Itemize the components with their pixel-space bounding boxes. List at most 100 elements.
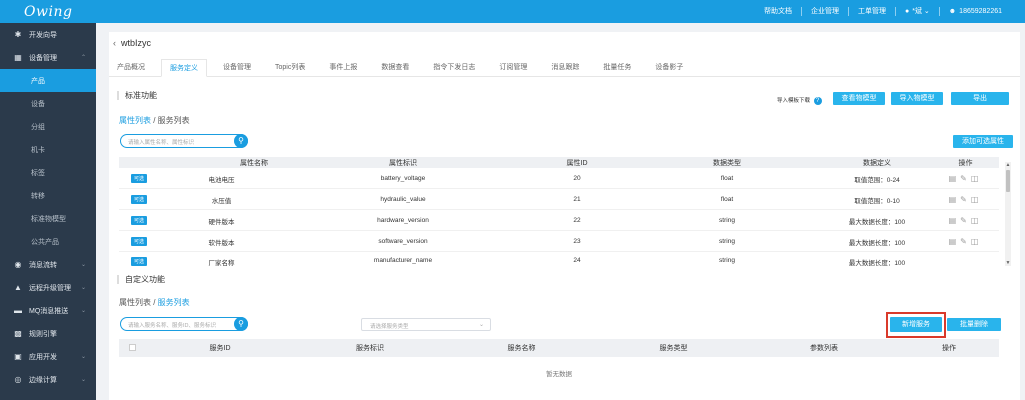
enterprise-manage-link[interactable]: 企业管理 — [801, 7, 848, 16]
sidebar-item-tag[interactable]: 标签 — [0, 161, 96, 184]
tab-event-report[interactable]: 事件上报 — [321, 59, 365, 77]
pencil-icon[interactable]: ✎ — [960, 216, 971, 225]
scroll-down-icon[interactable]: ▼ — [1005, 260, 1011, 266]
grid-icon: ▦ — [14, 53, 22, 62]
sidebar-item-public-product[interactable]: 公共产品 — [0, 230, 96, 253]
chevron-down-icon: ⌄ — [80, 285, 86, 291]
add-optional-attribute-button[interactable]: 添加可选属性 — [953, 135, 1013, 148]
attribute-list-link[interactable]: 属性列表 — [119, 116, 151, 125]
import-template-label: 导入模板下载 — [777, 98, 811, 104]
th-attribute-id: 属性ID — [566, 159, 588, 167]
sidebar-item-group[interactable]: 分组 — [0, 115, 96, 138]
top-bar: Owing 帮助文档 企业管理 工单管理 ● *斌 ⌄ ☻ 18659282261 — [0, 0, 1025, 23]
tab-message-trace[interactable]: 消息跟踪 — [543, 59, 587, 77]
pencil-icon[interactable]: ✎ — [960, 237, 971, 246]
sidebar-item-device[interactable]: 设备 — [0, 92, 96, 115]
tab-data-view[interactable]: 数据查看 — [373, 59, 417, 77]
tab-service-definition[interactable]: 服务定义 — [161, 59, 207, 77]
trash-icon[interactable]: ◫ — [971, 195, 983, 204]
cell-name: 硬件版本 — [208, 218, 235, 226]
search-icon[interactable]: ⚲ — [234, 134, 248, 148]
sidebar-item-device-manage[interactable]: ▦ 设备管理 ⌃ — [0, 46, 96, 69]
scroll-up-icon[interactable]: ▲ — [1005, 162, 1011, 168]
trash-icon[interactable]: ◫ — [971, 216, 983, 225]
chevron-down-icon: ⌄ — [80, 377, 86, 383]
cell-ident: battery_voltage — [380, 175, 426, 182]
sidebar-item-dev-guide[interactable]: ✱ 开发向导 — [0, 23, 96, 46]
edit-doc-icon[interactable]: ▤ — [949, 216, 961, 225]
edit-doc-icon[interactable]: ▤ — [949, 174, 961, 183]
tab-batch-task[interactable]: 批量任务 — [595, 59, 639, 77]
row-operations: ▤✎◫ — [932, 237, 999, 246]
custom-table-header: 服务ID 服务标识 服务名称 服务类型 参数列表 操作 — [119, 339, 999, 357]
sidebar-item-message-flow[interactable]: ◉ 消息流转 ⌄ — [0, 253, 96, 276]
cell-type: string — [719, 238, 735, 245]
trash-icon[interactable]: ◫ — [971, 174, 983, 183]
view-model-button[interactable]: 查看物模型 — [833, 92, 885, 105]
tab-device-shadow[interactable]: 设备影子 — [647, 59, 691, 77]
optional-tag: 可选 — [130, 174, 147, 183]
top-links: 帮助文档 企业管理 工单管理 ● *斌 ⌄ ☻ 18659282261 — [755, 0, 1025, 23]
search-icon[interactable]: ⚲ — [234, 317, 248, 331]
tab-product-overview[interactable]: 产品概况 — [109, 59, 153, 77]
add-service-button[interactable]: 新增服务 — [890, 317, 942, 332]
service-list-link[interactable]: 服务列表 — [158, 298, 190, 307]
pencil-icon[interactable]: ✎ — [960, 195, 971, 204]
cell-ident: software_version — [378, 238, 428, 245]
crumb-separator: / — [151, 116, 158, 125]
tab-device-manage[interactable]: 设备管理 — [215, 59, 259, 77]
pencil-icon[interactable]: ✎ — [960, 174, 971, 183]
sidebar-item-sim-card[interactable]: 机卡 — [0, 138, 96, 161]
sidebar-item-label: MQ消息推送 — [29, 307, 69, 315]
cell-definition: 取值范围：0-10 — [854, 197, 900, 205]
page-title: wtbIzyc — [121, 38, 152, 48]
service-type-select[interactable]: 请选择服务类型 ⌄ — [361, 318, 491, 331]
cell-definition: 最大数据长度：100 — [848, 260, 906, 266]
scroll-thumb[interactable] — [1006, 170, 1010, 192]
service-search-input[interactable]: 请输入服务名称、服务ID、服务标识 ⚲ — [120, 317, 248, 331]
cell-type: float — [720, 196, 734, 203]
edge-icon: ◎ — [14, 375, 22, 384]
import-model-button[interactable]: 导入物模型 — [891, 92, 943, 105]
attribute-search-input[interactable]: 请输入属性名称、属性标识 ⚲ — [120, 134, 248, 148]
help-icon[interactable]: ? — [813, 97, 822, 105]
tab-command-log[interactable]: 指令下发日志 — [425, 59, 483, 77]
back-icon[interactable]: ‹ — [113, 38, 116, 48]
sidebar-item-app-dev[interactable]: ▣ 应用开发 ⌄ — [0, 345, 96, 368]
sidebar-item-standard-model[interactable]: 标准物模型 — [0, 207, 96, 230]
table-row: 可选 水压值 hydraulic_value 21 float 取值范围：0-1… — [119, 190, 999, 210]
edit-doc-icon[interactable]: ▤ — [949, 195, 961, 204]
import-template-link[interactable]: 导入模板下载 ? — [777, 96, 822, 105]
person-icon: ☻ — [948, 8, 957, 15]
sidebar-item-mq-push[interactable]: ▬ MQ消息推送 ⌄ — [0, 299, 96, 322]
cell-type: float — [720, 175, 734, 182]
sidebar-item-remote-upgrade[interactable]: ▲ 远程升级管理 ⌄ — [0, 276, 96, 299]
th-service-id: 服务ID — [209, 345, 231, 352]
select-placeholder: 请选择服务类型 — [370, 324, 409, 330]
sidebar-item-transfer[interactable]: 转移 — [0, 184, 96, 207]
th-attribute-ident: 属性标识 — [389, 159, 417, 167]
sidebar-item-rule-engine[interactable]: ▩ 规则引擎 — [0, 322, 96, 345]
optional-tag: 可选 — [130, 195, 147, 204]
sidebar-item-product[interactable]: 产品 — [0, 69, 96, 92]
logo[interactable]: Owing — [0, 0, 96, 23]
sidebar-item-label: 设备管理 — [29, 54, 57, 62]
select-all-checkbox[interactable] — [128, 343, 136, 351]
user-menu[interactable]: ● *斌 ⌄ — [895, 7, 939, 16]
help-docs-link[interactable]: 帮助文档 — [755, 7, 801, 16]
tab-topic-list[interactable]: Topic列表 — [267, 59, 313, 77]
batch-delete-button[interactable]: 批量删除 — [947, 318, 1001, 331]
cell-ident: manufacturer_name — [373, 257, 433, 264]
ticket-manage-link[interactable]: 工单管理 — [848, 7, 895, 16]
trash-icon[interactable]: ◫ — [971, 237, 983, 246]
table-scrollbar[interactable]: ▲ ▼ — [1005, 162, 1011, 266]
sidebar-item-edge-compute[interactable]: ◎ 边缘计算 ⌄ — [0, 368, 96, 391]
th-operations: 操作 — [942, 345, 956, 352]
chevron-down-icon: ⌄ — [80, 308, 86, 314]
empty-data-text: 暂无数据 — [546, 371, 572, 378]
sidebar-item-label: 应用开发 — [29, 353, 57, 361]
phone-account[interactable]: ☻ 18659282261 — [938, 7, 1011, 16]
export-button[interactable]: 导出 — [951, 92, 1009, 105]
edit-doc-icon[interactable]: ▤ — [949, 237, 961, 246]
tab-subscription[interactable]: 订阅管理 — [491, 59, 535, 77]
